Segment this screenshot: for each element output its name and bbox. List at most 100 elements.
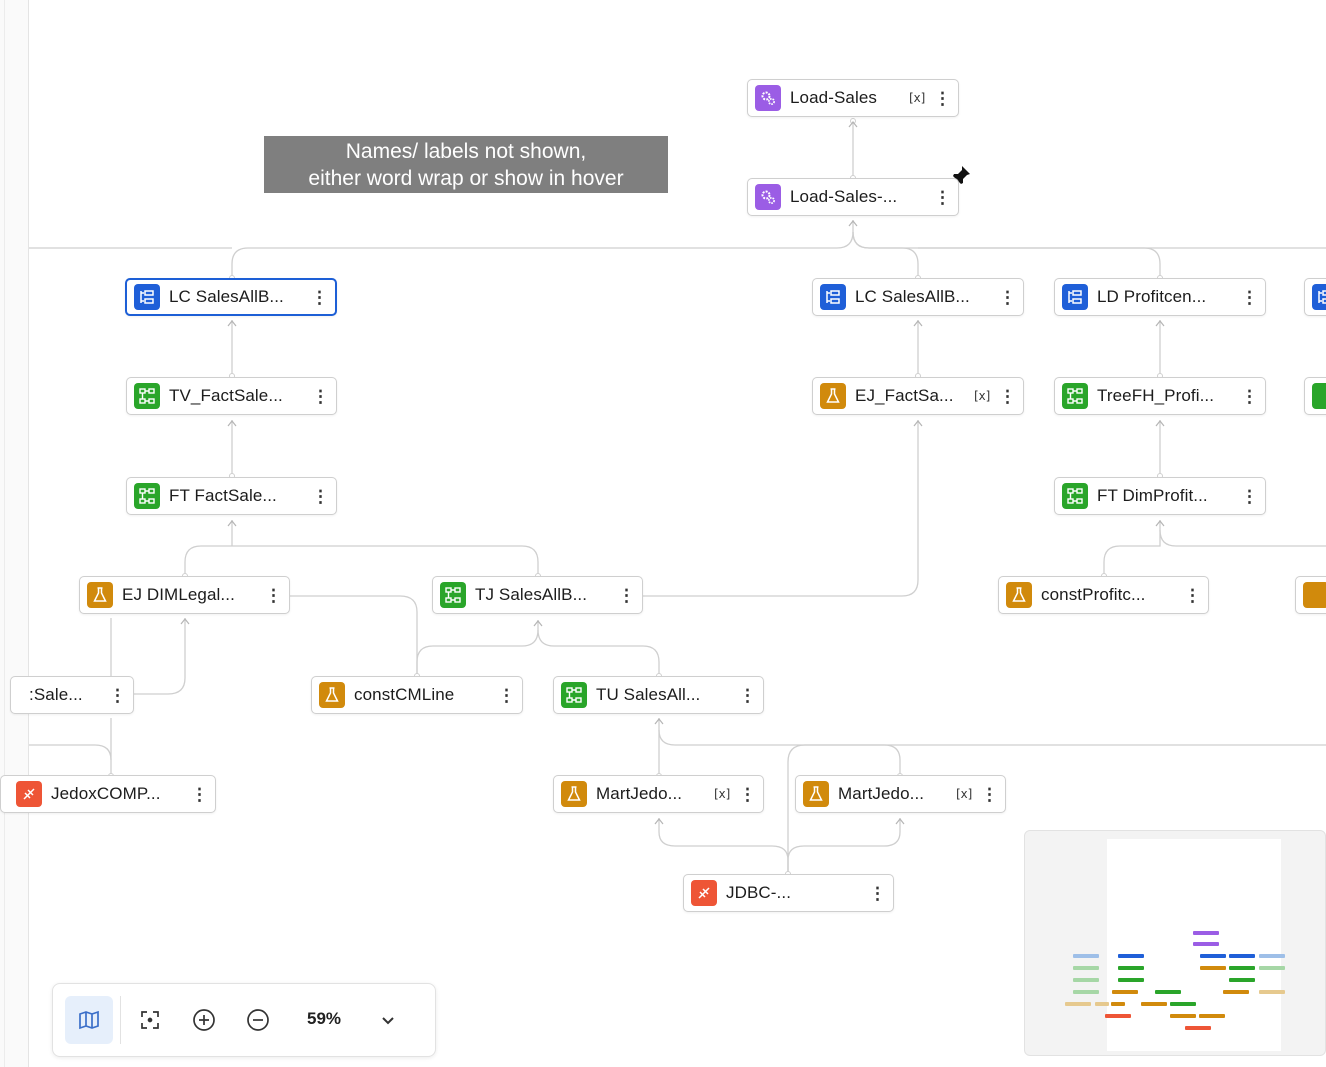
zoom-out-icon[interactable] [234,996,282,1044]
map-icon[interactable] [65,996,113,1044]
more-menu-icon[interactable]: ⋮ [999,289,1016,306]
minimap-node [1259,954,1285,958]
flask-icon [87,582,113,608]
annotation-line-2: either word wrap or show in hover [308,167,624,190]
edge [537,629,660,676]
more-menu-icon[interactable]: ⋮ [1241,488,1258,505]
variable-badge[interactable]: [x] [972,389,992,403]
variable-badge[interactable]: [x] [712,787,732,801]
node-tv-factsale[interactable]: TV_FactSale... ⋮ [126,377,337,415]
minimap-node [1193,942,1219,946]
node-label: LC SalesAllB... [169,287,284,306]
node-label: TU SalesAll... [596,685,701,704]
zoom-level[interactable]: 59% [307,1009,341,1029]
minimap-node [1112,990,1138,994]
more-menu-icon[interactable]: ⋮ [869,885,886,902]
node-ej-dimlegal[interactable]: EJ DIMLegal... ⋮ [79,576,290,614]
more-menu-icon[interactable]: ⋮ [934,189,951,206]
minimap-node [1229,966,1255,970]
more-menu-icon[interactable]: ⋮ [1241,388,1258,405]
node-ld-profitcen[interactable]: LD Profitcen... ⋮ [1054,278,1266,316]
toolbar-separator [120,996,121,1044]
more-menu-icon[interactable]: ⋮ [312,488,329,505]
focus-icon[interactable] [126,996,174,1044]
edge [1103,520,1161,576]
more-menu-icon[interactable]: ⋮ [999,388,1016,405]
node-tu-salesall[interactable]: TU SalesAll... ⋮ [553,676,764,714]
more-menu-icon[interactable]: ⋮ [1241,289,1258,306]
node-ej-factsa[interactable]: EJ_FactSa... [x] ⋮ [812,377,1024,415]
node-treefh-profi[interactable]: TreeFH_Profi... ⋮ [1054,377,1266,415]
more-menu-icon[interactable]: ⋮ [618,587,635,604]
node-offscreen-load[interactable] [1304,278,1326,316]
node-ft-dimprofit[interactable]: FT DimProfit... ⋮ [1054,477,1266,515]
more-menu-icon[interactable]: ⋮ [739,687,756,704]
minimap-node [1073,990,1099,994]
edge [184,545,539,576]
load-icon [1062,284,1088,310]
tree-icon [134,483,160,509]
node-label: LC SalesAllB... [855,287,970,306]
node-label: JedoxCOMP... [51,784,161,803]
tree-icon [1062,383,1088,409]
more-menu-icon[interactable]: ⋮ [498,687,515,704]
tree-icon [561,682,587,708]
minimap-node [1073,966,1099,970]
minimap-node [1200,966,1226,970]
flask-icon [820,383,846,409]
minimap-node [1073,978,1099,982]
more-menu-icon[interactable]: ⋮ [1184,587,1201,604]
node-ft-factsale[interactable]: FT FactSale... ⋮ [126,477,337,515]
node-label: Load-Sales-... [790,187,898,206]
node-jedoxcomp[interactable]: JedoxCOMP... ⋮ [0,775,216,813]
tree-icon [134,383,160,409]
node-lc-sales-1[interactable]: LC SalesAllB... ⋮ [125,278,337,316]
variable-badge[interactable]: [x] [954,787,974,801]
load-icon [134,284,160,310]
node-label: constProfitc... [1041,585,1146,604]
node-martjedo-1[interactable]: MartJedo... [x] ⋮ [553,775,764,813]
minimap-node [1065,1002,1091,1006]
flask-icon [803,781,829,807]
node-load-sales[interactable]: Load-Sales [x] ⋮ [747,79,959,117]
node-label: JDBC-... [726,883,792,902]
zoom-in-icon[interactable] [180,996,228,1044]
minimap-node [1118,978,1144,982]
chevron-down-icon[interactable] [373,1004,403,1036]
node-label: :Sale... [29,685,83,704]
flask-icon [1006,582,1032,608]
minimap-node [1141,1002,1167,1006]
node-constcmline[interactable]: constCMLine ⋮ [311,676,523,714]
node-label: MartJedo... [838,784,925,803]
node-jdbc[interactable]: JDBC-... ⋮ [683,874,894,912]
minimap-node [1229,978,1255,982]
minimap[interactable] [1024,830,1326,1056]
node-martjedo-2[interactable]: MartJedo... [x] ⋮ [795,775,1006,813]
more-menu-icon[interactable]: ⋮ [739,786,756,803]
node-tj-salesallb[interactable]: TJ SalesAllB... ⋮ [432,576,643,614]
node-label: constCMLine [354,685,455,704]
more-menu-icon[interactable]: ⋮ [311,289,328,306]
node-lc-sales-2[interactable]: LC SalesAllB... ⋮ [812,278,1024,316]
node-offscreen-extract[interactable] [1295,576,1326,614]
gears-icon [755,85,781,111]
more-menu-icon[interactable]: ⋮ [265,587,282,604]
minimap-node [1118,966,1144,970]
more-menu-icon[interactable]: ⋮ [109,687,126,704]
minimap-node [1199,1014,1225,1018]
more-menu-icon[interactable]: ⋮ [934,90,951,107]
edge [852,231,919,278]
more-menu-icon[interactable]: ⋮ [191,786,208,803]
minimap-node [1073,954,1099,958]
node-offscreen-transform[interactable] [1304,377,1326,415]
variable-badge[interactable]: [x] [907,91,927,105]
node-constprofitc[interactable]: constProfitc... ⋮ [998,576,1209,614]
load-icon [820,284,846,310]
node-load-sales-sub[interactable]: Load-Sales-... ⋮ [747,178,959,216]
node-sale-cut[interactable]: :Sale... ⋮ [10,676,134,714]
more-menu-icon[interactable]: ⋮ [312,388,329,405]
more-menu-icon[interactable]: ⋮ [981,786,998,803]
minimap-node [1095,1002,1109,1006]
minimap-node [1111,1002,1125,1006]
minimap-node [1185,1026,1211,1030]
